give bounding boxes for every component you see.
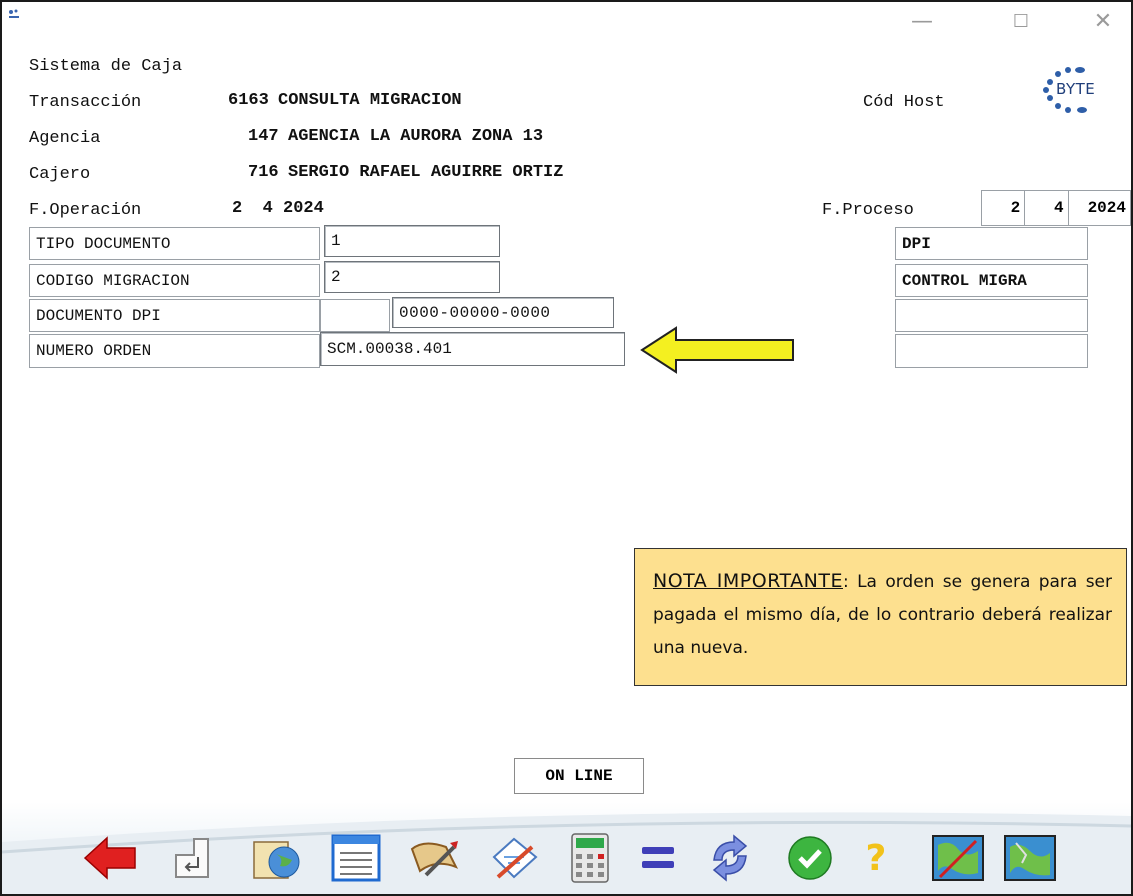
row-description <box>895 299 1088 332</box>
enter-key-icon[interactable] <box>164 830 220 886</box>
tipo-documento-input[interactable]: 1 <box>324 225 500 257</box>
agency-label: Agencia <box>29 129 101 148</box>
transaction-name: CONSULTA MIGRACION <box>278 91 462 110</box>
agency-code: 147 <box>248 127 279 146</box>
world-book-icon[interactable] <box>248 830 304 886</box>
process-date: 2 4 2024 <box>981 190 1131 226</box>
important-note: NOTA IMPORTANTE: La orden se genera para… <box>634 548 1127 686</box>
maximize-icon[interactable]: ☐ <box>999 2 1043 40</box>
row-label: CODIGO MIGRACION <box>29 264 320 297</box>
scroll-pen-icon[interactable] <box>406 830 462 886</box>
app-window: — ☐ ✕ Sistema de Caja Transacción 6163 C… <box>0 0 1133 896</box>
row-label: DOCUMENTO DPI <box>29 299 320 332</box>
numero-orden-input[interactable]: SCM.00038.401 <box>320 332 625 366</box>
row-label: TIPO DOCUMENTO <box>29 227 320 260</box>
minimize-icon[interactable]: — <box>900 2 944 40</box>
operation-date-label: F.Operación <box>29 201 142 220</box>
map-alt-icon[interactable] <box>1002 830 1058 886</box>
transaction-label: Transacción <box>29 93 142 112</box>
process-date-label: F.Proceso <box>822 201 914 220</box>
check-icon[interactable] <box>782 830 838 886</box>
system-title: Sistema de Caja <box>29 57 183 76</box>
status-indicator: ON LINE <box>514 758 644 794</box>
cashier-name: SERGIO RAFAEL AGUIRRE ORTIZ <box>288 163 564 182</box>
row-label: NUMERO ORDEN <box>29 334 320 368</box>
process-month: 4 <box>1025 191 1069 225</box>
refresh-icon[interactable] <box>702 830 758 886</box>
equals-icon[interactable] <box>630 830 686 886</box>
app-icon <box>9 9 19 18</box>
host-label: Cód Host <box>863 93 945 112</box>
process-day: 2 <box>982 191 1026 225</box>
calculator-icon[interactable] <box>562 830 618 886</box>
close-icon[interactable]: ✕ <box>1081 2 1125 40</box>
back-arrow-icon[interactable] <box>82 830 138 886</box>
edit-pencil-icon[interactable] <box>486 830 542 886</box>
empty-cell <box>320 299 390 332</box>
row-description: CONTROL MIGRA <box>895 264 1088 297</box>
agency-name: AGENCIA LA AURORA ZONA 13 <box>288 127 544 146</box>
help-icon[interactable]: ? <box>848 830 904 886</box>
operation-date: 2 4 2024 <box>232 199 324 218</box>
document-list-icon[interactable] <box>328 830 384 886</box>
byte-logo: BYTE <box>1036 54 1108 126</box>
cashier-code: 716 <box>248 163 279 182</box>
logo-text: BYTE <box>1056 80 1096 98</box>
documento-dpi-input[interactable]: 0000-00000-0000 <box>392 297 614 328</box>
yellow-arrow-icon <box>640 326 794 374</box>
row-description: DPI <box>895 227 1088 260</box>
transaction-code: 6163 <box>228 91 269 110</box>
title-bar: — ☐ ✕ <box>2 2 1131 42</box>
row-description <box>895 334 1088 368</box>
cashier-label: Cajero <box>29 165 91 184</box>
note-title: NOTA IMPORTANTE <box>653 570 843 592</box>
codigo-migracion-input[interactable]: 2 <box>324 261 500 293</box>
bottom-toolbar: ? <box>2 802 1131 894</box>
map-icon[interactable] <box>930 830 986 886</box>
process-year: 2024 <box>1087 199 1126 217</box>
